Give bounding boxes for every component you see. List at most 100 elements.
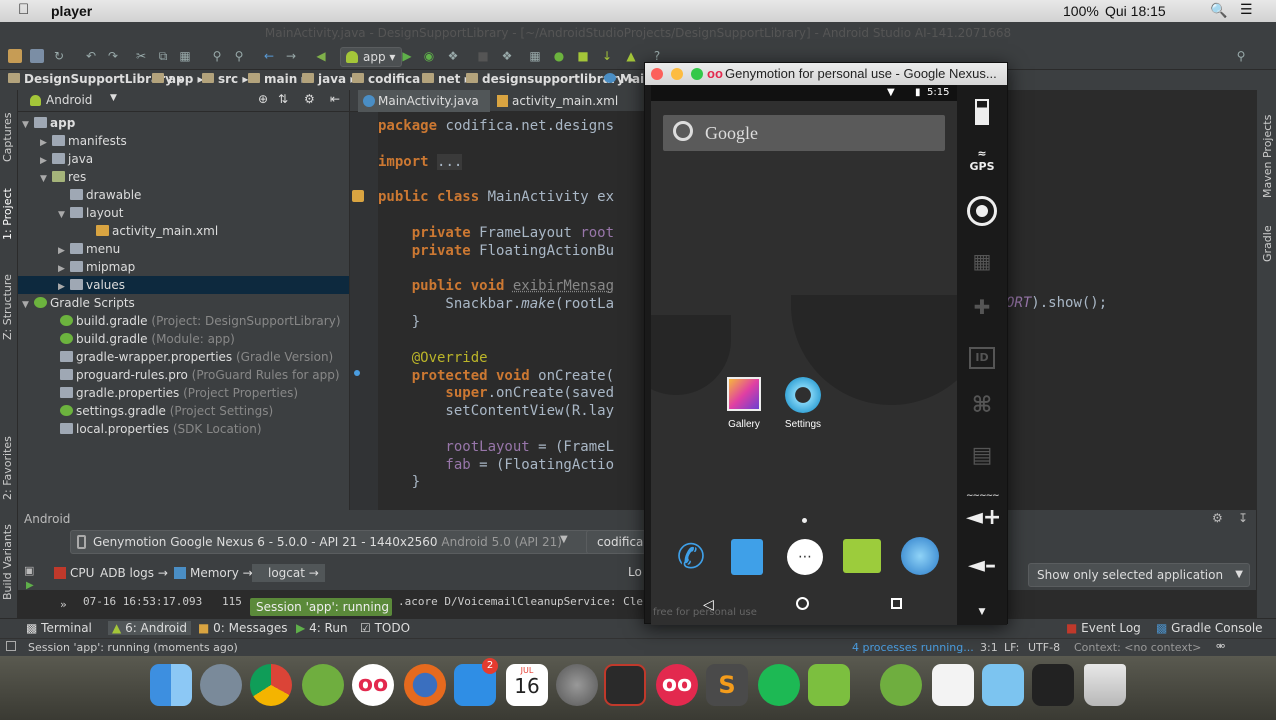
gradle-sync-icon[interactable]: ● <box>552 49 566 63</box>
tree-item-layout[interactable]: ▼ layout <box>18 204 349 222</box>
battery-widget-icon[interactable] <box>966 99 998 125</box>
gallery-app[interactable]: Gallery <box>722 377 766 430</box>
breadcrumb-item[interactable]: src ▸ <box>202 72 248 86</box>
id-widget-icon[interactable]: ID <box>966 347 998 369</box>
launchpad-icon[interactable] <box>200 664 242 706</box>
hide-icon[interactable]: ↧ <box>1238 511 1248 525</box>
breadcrumb-item[interactable]: java ▸ <box>302 72 356 86</box>
context-indicator[interactable]: Context: <no context> <box>1074 641 1201 654</box>
breadcrumb-item[interactable]: app ▸ <box>152 72 203 86</box>
clock[interactable]: Qui 18:15 <box>1105 3 1166 19</box>
genymotion-icon[interactable]: oo <box>352 664 394 706</box>
tab-activity-main-xml[interactable]: activity_main.xml <box>492 90 622 112</box>
genymotion-player-icon[interactable]: oo <box>656 664 698 706</box>
tab-logcat[interactable]: logcat → <box>252 564 325 582</box>
recents-nav-icon[interactable] <box>891 598 902 609</box>
device-monitor-icon[interactable]: ▲ <box>624 49 638 63</box>
android-screen[interactable]: ▼ ▮ 5:15 Google Gallery Settings ✆ ⋯ fre… <box>651 85 957 625</box>
calendar-icon[interactable]: JUL 16 <box>506 664 548 706</box>
paste-icon[interactable]: ▦ <box>178 49 192 63</box>
minimize-button[interactable] <box>671 68 683 80</box>
settings-app[interactable]: Settings <box>781 377 825 430</box>
tab-favorites[interactable]: 2: Favorites <box>1 436 14 500</box>
android-studio-icon[interactable] <box>302 664 344 706</box>
tree-item-local-properties[interactable]: local.properties (SDK Location) <box>18 420 349 438</box>
preview-icon[interactable] <box>932 664 974 706</box>
sdk-download-icon[interactable]: ↓ <box>600 49 614 63</box>
hide-icon[interactable]: ⇤ <box>330 92 340 106</box>
override-icon[interactable] <box>352 190 364 202</box>
run-button[interactable]: ▶ 4: Run <box>296 621 348 635</box>
sdk-manager-icon[interactable]: ❖ <box>500 49 514 63</box>
tree-item-gradle-scripts[interactable]: ▼ Gradle Scripts <box>18 294 349 312</box>
tab-cpu[interactable]: CPU <box>54 564 94 582</box>
tab-project[interactable]: 1: Project <box>1 188 14 240</box>
attach-debugger-icon[interactable]: ❖ <box>446 49 460 63</box>
collapse-icon[interactable]: ⇅ <box>278 92 288 106</box>
search-icon[interactable]: 🔍 <box>1210 2 1227 19</box>
home-nav-icon[interactable] <box>796 597 809 610</box>
all-apps-icon[interactable]: ⋯ <box>787 539 823 575</box>
tree-item-build-gradle-module[interactable]: build.gradle (Module: app) <box>18 330 349 348</box>
rss-widget-icon[interactable]: ⌘ <box>966 393 998 418</box>
apple-icon[interactable]:  <box>18 1 29 18</box>
spotify-icon[interactable] <box>758 664 800 706</box>
contacts-icon[interactable] <box>731 539 763 575</box>
make-icon[interactable]: ◀ <box>314 49 328 63</box>
undo-icon[interactable]: ↶ <box>84 49 98 63</box>
status-toggle-icon[interactable] <box>6 641 16 651</box>
search-everywhere-icon[interactable]: ⚲ <box>1234 49 1248 63</box>
open-icon[interactable] <box>8 49 22 63</box>
tree-item-menu[interactable]: ▶ menu <box>18 240 349 258</box>
encoding[interactable]: UTF-8 <box>1028 641 1060 654</box>
sms-widget-icon[interactable]: ▤ <box>966 443 998 468</box>
volume-down-icon[interactable]: ◄– <box>966 553 998 578</box>
close-button[interactable] <box>651 68 663 80</box>
avd-manager-icon[interactable]: ■ <box>576 49 590 63</box>
cut-icon[interactable]: ✂ <box>134 49 148 63</box>
tab-memory[interactable]: Memory → <box>174 564 253 582</box>
tree-item-activity-main-xml[interactable]: activity_main.xml <box>18 222 349 240</box>
gear-icon[interactable]: ⚙ <box>304 92 315 106</box>
dpad-widget-icon[interactable]: ✚ <box>966 295 998 319</box>
code-editor[interactable]: package codifica.net.designs import ... … <box>378 112 648 510</box>
back-nav-icon[interactable]: ◁ <box>703 597 714 613</box>
android-button[interactable]: ▲ 6: Android <box>108 621 191 635</box>
camtasia-icon[interactable] <box>808 664 850 706</box>
more-chevron-icon[interactable]: ▼ <box>966 607 998 617</box>
scroll-icon[interactable]: » <box>60 598 67 611</box>
tree-item-proguard[interactable]: proguard-rules.pro (ProGuard Rules for a… <box>18 366 349 384</box>
capture-widget-icon[interactable]: ▦ <box>966 249 998 273</box>
tree-item-manifests[interactable]: ▶ manifests <box>18 132 349 150</box>
messages-button[interactable]: ■ 0: Messages <box>198 621 288 635</box>
run-config-dropdown[interactable]: app ▾ <box>340 47 403 67</box>
stop-icon[interactable]: ■ <box>476 49 490 63</box>
project-structure-icon[interactable]: ▦ <box>528 49 542 63</box>
tab-maven-projects[interactable]: Maven Projects <box>1261 115 1274 198</box>
tab-structure[interactable]: Z: Structure <box>1 274 14 340</box>
tree-item-gradle-properties[interactable]: gradle.properties (Project Properties) <box>18 384 349 402</box>
chevron-down-icon[interactable]: ▼ <box>560 534 568 545</box>
messaging-icon[interactable] <box>843 539 881 573</box>
tree-item-build-gradle-project[interactable]: build.gradle (Project: DesignSupportLibr… <box>18 312 349 330</box>
zoom-button[interactable] <box>691 68 703 80</box>
app-menu[interactable]: player <box>51 3 92 19</box>
tree-item-res[interactable]: ▼ res <box>18 168 349 186</box>
phone-icon[interactable]: ✆ <box>671 537 711 577</box>
terminal-app-icon[interactable] <box>1032 664 1074 706</box>
tab-adb-logs[interactable]: ADB logs → <box>100 564 168 582</box>
help-icon[interactable]: ? <box>650 49 664 63</box>
app-store-icon[interactable]: 2 <box>454 658 498 706</box>
folder-icon[interactable] <box>982 664 1024 706</box>
chevron-down-icon[interactable]: ▼ <box>110 93 117 103</box>
breadcrumb-item[interactable]: main ▸ <box>248 72 307 86</box>
tab-build-variants[interactable]: Build Variants <box>1 524 14 600</box>
webcam-widget-icon[interactable] <box>966 196 998 226</box>
list-icon[interactable]: ☰ <box>1240 1 1253 18</box>
tree-item-mipmap[interactable]: ▶ mipmap <box>18 258 349 276</box>
todo-button[interactable]: ☑ TODO <box>360 621 410 635</box>
debug-icon[interactable]: ◉ <box>422 49 436 63</box>
screen-recorder-icon[interactable] <box>604 664 646 706</box>
breadcrumb-item[interactable]: codifica ▸ <box>352 72 430 86</box>
gps-widget-icon[interactable]: ≈ GPS <box>966 147 998 173</box>
